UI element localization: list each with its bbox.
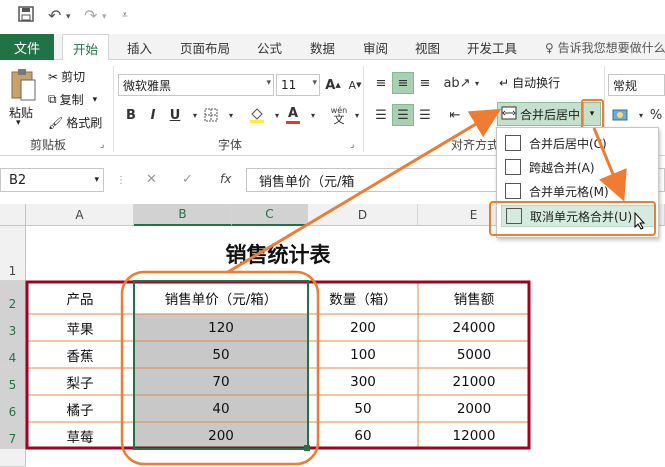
- annotation-arrows: [120, 108, 627, 466]
